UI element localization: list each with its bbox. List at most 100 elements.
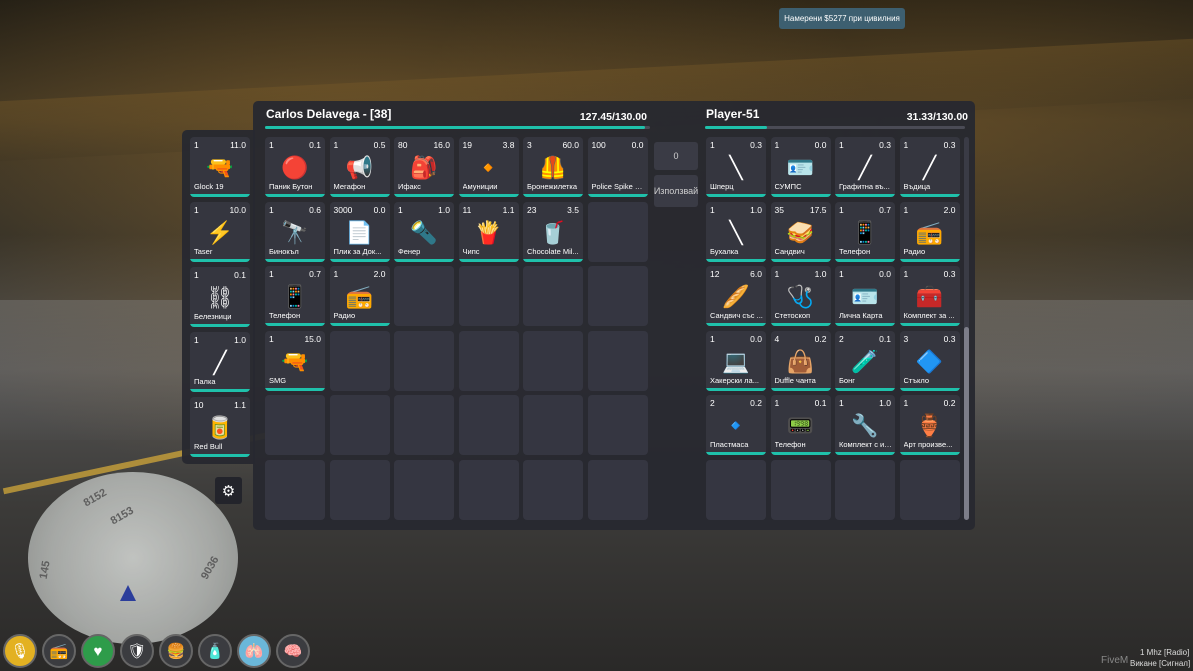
empty-inventory-slot[interactable] bbox=[770, 459, 831, 520]
empty-inventory-slot[interactable] bbox=[523, 266, 583, 326]
item-durability-bar bbox=[329, 258, 390, 262]
inventory-slot[interactable]: 1 0.0 🪪 Лична Карта bbox=[835, 266, 895, 326]
inventory-slot[interactable]: 1 15.0 🔫 SMG bbox=[265, 330, 325, 391]
empty-inventory-slot[interactable] bbox=[587, 330, 648, 391]
inventory-slot[interactable]: 1 0.1 ⛓ Белезници bbox=[190, 267, 250, 327]
empty-inventory-slot[interactable] bbox=[394, 266, 454, 326]
inventory-slot[interactable]: 1 0.3 ╱ Графитна въ... bbox=[835, 137, 895, 197]
right-inventory-scrollbar[interactable] bbox=[964, 137, 969, 520]
inventory-slot[interactable]: 1 0.3 ╱ Въдица bbox=[899, 137, 960, 197]
inventory-slot[interactable]: 35 17.5 🥪 Сандвич bbox=[770, 201, 831, 262]
item-label: SMG bbox=[269, 375, 287, 385]
inventory-slot[interactable]: 1 0.0 💻 Хакерски ла... bbox=[706, 330, 766, 391]
settings-gear-icon[interactable]: ⚙ bbox=[215, 477, 242, 504]
inventory-slot[interactable]: 1 0.6 🔭 Бинокъл bbox=[265, 201, 325, 262]
item-label: Палка bbox=[194, 377, 216, 386]
inventory-slot[interactable]: 1 1.0 ╲ Бухалка bbox=[706, 201, 766, 262]
empty-inventory-slot[interactable] bbox=[587, 266, 648, 326]
item-weight: 0.3 bbox=[750, 140, 762, 150]
inventory-slot[interactable]: 1 0.5 📢 Мегафон bbox=[329, 137, 390, 197]
inventory-slot[interactable]: 1 0.2 🏺 Арт произве... bbox=[899, 395, 960, 455]
item-amount: 1 bbox=[839, 269, 844, 279]
scrollbar-thumb[interactable] bbox=[964, 327, 969, 520]
player-position-icon bbox=[120, 585, 136, 601]
empty-inventory-slot[interactable] bbox=[458, 459, 519, 520]
item-amount: 1 bbox=[903, 269, 909, 279]
inventory-slot[interactable]: 1 11.0 🔫 Glock 19 bbox=[190, 137, 250, 197]
inventory-slot[interactable]: 1 0.0 🪪 СУМПС bbox=[770, 137, 831, 197]
inventory-slot[interactable]: 1 0.3 ╲ Шперц bbox=[706, 137, 766, 197]
item-weight: 2.0 bbox=[943, 204, 956, 215]
empty-inventory-slot[interactable] bbox=[706, 459, 766, 520]
inventory-slot[interactable]: 10 1.1 🥫 Red Bull bbox=[190, 397, 250, 457]
fivem-watermark: FiveM bbox=[1101, 655, 1129, 666]
use-button[interactable]: Използвай bbox=[654, 175, 698, 207]
smg-icon: 🔫 bbox=[281, 348, 309, 374]
empty-inventory-slot[interactable] bbox=[329, 330, 390, 391]
inventory-slot[interactable]: 100 0.0 Police Spike S... bbox=[587, 137, 648, 197]
inventory-slot[interactable]: 1 1.0 🔧 Комплект с ин... bbox=[835, 395, 895, 455]
item-durability-bar bbox=[329, 323, 390, 326]
inventory-slot[interactable]: 23 3.5 🥤 Chocolate Mil... bbox=[523, 201, 583, 262]
minimap: 8152 8153 9036 145 bbox=[28, 472, 238, 644]
inventory-slot[interactable]: 1 0.3 🧰 Комплект за ... bbox=[899, 266, 960, 326]
inventory-slot[interactable]: 3000 0.0 📄 Плик за Док... bbox=[329, 201, 390, 262]
amount-input[interactable]: 0 bbox=[654, 142, 698, 170]
right-inventory-weight: 31.33/130.00 bbox=[906, 111, 968, 123]
item-weight: 0.1 bbox=[814, 398, 827, 408]
item-durability-bar bbox=[706, 452, 766, 455]
empty-inventory-slot[interactable] bbox=[458, 395, 519, 455]
inventory-slot[interactable]: 1 0.1 📟 Телефон bbox=[770, 395, 831, 455]
inventory-slot[interactable]: 3 0.3 🔷 Стъкло bbox=[899, 330, 960, 391]
item-label: Телефон bbox=[839, 246, 871, 256]
empty-inventory-slot[interactable] bbox=[329, 459, 390, 520]
item-durability-bar bbox=[835, 258, 895, 262]
item-label: Taser bbox=[194, 247, 213, 256]
inventory-slot[interactable]: 1 10.0 ⚡ Taser bbox=[190, 202, 250, 262]
empty-inventory-slot[interactable] bbox=[523, 395, 583, 455]
empty-inventory-slot[interactable] bbox=[458, 330, 519, 391]
inventory-slot[interactable]: 3 60.0 🦺 Бронежилетка bbox=[523, 137, 583, 197]
empty-inventory-slot[interactable] bbox=[587, 459, 648, 520]
inventory-slot[interactable]: 1 1.0 🔦 Фенер bbox=[394, 201, 454, 262]
empty-inventory-slot[interactable] bbox=[394, 330, 454, 391]
item-weight: 11.0 bbox=[230, 140, 246, 150]
item-amount: 1 bbox=[839, 204, 844, 215]
inventory-slot[interactable]: 12 6.0 🥖 Сандвич със ... bbox=[706, 266, 766, 326]
item-weight: 0.0 bbox=[750, 333, 762, 344]
inventory-slot[interactable]: 2 0.1 🧪 Бонг bbox=[835, 330, 895, 391]
taser-icon: ⚡ bbox=[206, 220, 234, 246]
item-weight: 1.0 bbox=[234, 335, 246, 345]
inventory-slot[interactable]: 4 0.2 👜 Duffle чанта bbox=[770, 330, 831, 391]
inventory-slot[interactable]: 1 2.0 📻 Радио bbox=[899, 201, 960, 262]
inventory-slot[interactable]: 19 3.8 🔸 Амуниции bbox=[458, 137, 519, 197]
inventory-slot[interactable]: 1 0.7 📱 Телефон bbox=[835, 201, 895, 262]
item-label: Police Spike S... bbox=[591, 182, 646, 191]
inventory-slot[interactable]: 1 0.1 🔴 Паник Бутон bbox=[265, 137, 325, 197]
inventory-slot[interactable]: 11 1.1 🍟 Чипс bbox=[458, 201, 519, 262]
empty-inventory-slot[interactable] bbox=[587, 201, 648, 262]
empty-inventory-slot[interactable] bbox=[835, 459, 895, 520]
inventory-slot[interactable]: 1 0.7 📱 Телефон bbox=[265, 266, 325, 326]
inventory-slot[interactable]: 2 0.2 🔹 Пластмаса bbox=[706, 395, 766, 455]
empty-inventory-slot[interactable] bbox=[587, 395, 648, 455]
empty-inventory-slot[interactable] bbox=[523, 459, 583, 520]
inventory-slot[interactable]: 1 2.0 📻 Радио bbox=[329, 266, 390, 326]
empty-inventory-slot[interactable] bbox=[265, 459, 325, 520]
empty-inventory-slot[interactable] bbox=[899, 459, 960, 520]
empty-inventory-slot[interactable] bbox=[329, 395, 390, 455]
inventory-slot[interactable]: 1 1.0 🩺 Стетоскоп bbox=[770, 266, 831, 326]
empty-inventory-slot[interactable] bbox=[394, 459, 454, 520]
item-label: Графитна въ... bbox=[839, 182, 890, 191]
right-inventory-title: Player-51 bbox=[706, 107, 760, 121]
empty-inventory-slot[interactable] bbox=[523, 330, 583, 391]
empty-inventory-slot[interactable] bbox=[265, 395, 325, 455]
empty-inventory-slot[interactable] bbox=[394, 395, 454, 455]
item-durability-bar bbox=[770, 258, 831, 262]
call-signal-text: Викане [Сигнал] bbox=[1130, 659, 1191, 668]
empty-inventory-slot[interactable] bbox=[458, 266, 519, 326]
inventory-slot[interactable]: 1 1.0 ╱ Палка bbox=[190, 332, 250, 392]
inventory-slot[interactable]: 80 16.0 🎒 Ифакс bbox=[394, 137, 454, 197]
minimap-label: 9036 bbox=[198, 554, 222, 582]
item-amount: 1 bbox=[333, 269, 339, 279]
